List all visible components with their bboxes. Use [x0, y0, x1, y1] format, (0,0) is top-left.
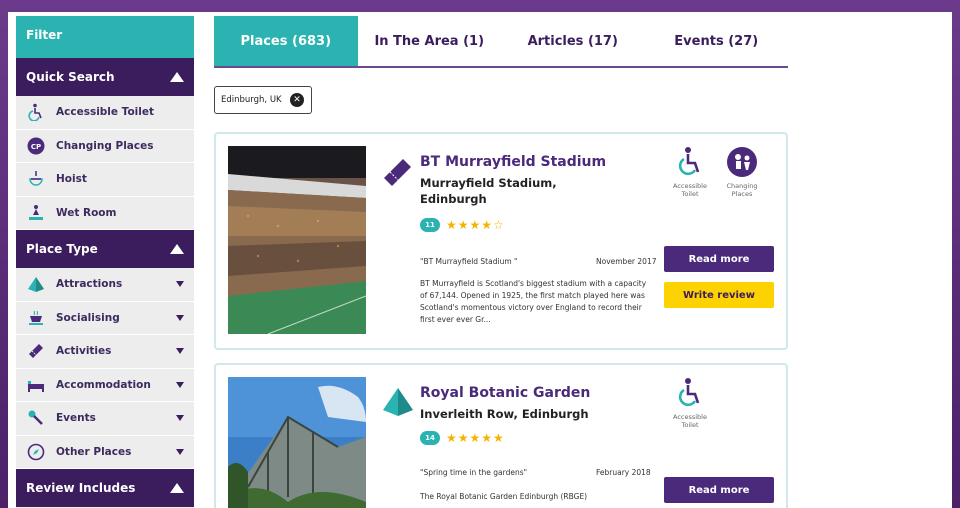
- expand-arrow-icon[interactable]: [176, 281, 184, 288]
- tab-in-the-area[interactable]: In The Area (1): [358, 16, 502, 66]
- background-logo: [470, 0, 710, 12]
- filter-changing-places[interactable]: CP Changing Places: [16, 130, 194, 163]
- place-type-title: Place Type: [26, 242, 98, 256]
- filter-events[interactable]: Events: [16, 402, 194, 436]
- place-title[interactable]: BT Murrayfield Stadium: [420, 154, 606, 170]
- accessible-toilet-icon: [26, 102, 46, 122]
- review-count-badge: 11: [420, 218, 440, 232]
- rating-row: 14 ★★★★★: [420, 431, 505, 445]
- garden-photo[interactable]: [228, 377, 366, 508]
- changing-places-icon: [726, 146, 758, 178]
- amenity-label: Accessible Toilet: [673, 413, 707, 429]
- star-rating: ★★★★☆: [446, 218, 505, 232]
- filter-hoist[interactable]: Hoist: [16, 163, 194, 197]
- amenity-accessible-toilet: Accessible Toilet: [668, 377, 712, 429]
- chip-label: Edinburgh, UK: [221, 95, 282, 105]
- hoist-icon: [26, 169, 46, 189]
- star-rating: ★★★★★: [446, 431, 505, 445]
- review-includes-title: Review Includes: [26, 481, 136, 495]
- filter-label: Hoist: [56, 173, 87, 186]
- review-quote: "BT Murrayfield Stadium ": [420, 257, 518, 266]
- location-filter-chip: Edinburgh, UK ✕: [214, 86, 312, 114]
- filter-label: Activities: [56, 345, 112, 358]
- cup-icon: [26, 308, 46, 328]
- filter-accommodation[interactable]: Accommodation: [16, 369, 194, 402]
- changing-places-icon: CP: [26, 136, 46, 156]
- tab-places[interactable]: Places (683): [214, 16, 358, 66]
- filter-sidebar: Filter Quick Search Accessible Toilet CP…: [16, 16, 194, 508]
- quick-search-header[interactable]: Quick Search: [16, 58, 194, 96]
- filter-label: Wet Room: [56, 206, 117, 219]
- review-quote: "Spring time in the gardens": [420, 468, 528, 477]
- ticket-icon: [381, 154, 415, 188]
- filter-socialising[interactable]: Socialising: [16, 302, 194, 335]
- amenity-changing-places: Changing Places: [720, 146, 764, 198]
- filter-attractions[interactable]: Attractions: [16, 268, 194, 302]
- compass-icon: [26, 442, 46, 462]
- main-page: Filter Quick Search Accessible Toilet CP…: [8, 12, 952, 508]
- amenity-accessible-toilet: Accessible Toilet: [668, 146, 712, 198]
- collapse-arrow-icon: [170, 72, 184, 82]
- read-more-button[interactable]: Read more: [664, 477, 774, 503]
- close-icon[interactable]: ✕: [290, 93, 304, 107]
- filter-label: Socialising: [56, 311, 120, 324]
- amenity-label: Accessible Toilet: [673, 182, 707, 198]
- expand-arrow-icon[interactable]: [176, 314, 184, 321]
- place-address: Inverleith Row, Edinburgh: [420, 407, 589, 421]
- write-review-button[interactable]: Write review: [664, 282, 774, 308]
- wet-room-icon: [26, 203, 46, 223]
- place-title[interactable]: Royal Botanic Garden: [420, 385, 590, 401]
- review-date: November 2017: [596, 257, 657, 266]
- place-type-header[interactable]: Place Type: [16, 230, 194, 268]
- filter-wet-room[interactable]: Wet Room: [16, 197, 194, 230]
- filter-activities[interactable]: Activities: [16, 335, 194, 369]
- review-count-badge: 14: [420, 431, 440, 445]
- collapse-arrow-icon: [170, 483, 184, 493]
- tab-articles[interactable]: Articles (17): [501, 16, 645, 66]
- review-includes-header[interactable]: Review Includes: [16, 469, 194, 507]
- accessible-toilet-icon: [674, 146, 706, 178]
- filter-accessible-toilet[interactable]: Accessible Toilet: [16, 96, 194, 130]
- place-description: BT Murrayfield is Scotland's biggest sta…: [420, 279, 647, 324]
- microphone-icon: [26, 408, 46, 428]
- pyramid-icon: [26, 274, 46, 294]
- tab-events[interactable]: Events (27): [645, 16, 789, 66]
- filter-label: Events: [56, 412, 96, 425]
- review-date: February 2018: [596, 468, 651, 477]
- amenity-label: Changing Places: [726, 182, 758, 198]
- expand-arrow-icon[interactable]: [176, 348, 184, 355]
- result-tabs: Places (683) In The Area (1) Articles (1…: [214, 16, 788, 68]
- filter-label: Accessible Toilet: [56, 106, 155, 119]
- collapse-arrow-icon: [170, 244, 184, 254]
- rating-row: 11 ★★★★☆: [420, 218, 505, 232]
- place-description: The Royal Botanic Garden Edinburgh (RBGE…: [420, 492, 588, 501]
- pyramid-icon: [381, 385, 415, 419]
- filter-label: Accommodation: [56, 378, 151, 391]
- svg-text:CP: CP: [31, 143, 41, 151]
- place-address: Murrayfield Stadium, Edinburgh: [420, 176, 557, 206]
- expand-arrow-icon[interactable]: [176, 415, 184, 422]
- filter-label: Changing Places: [56, 139, 154, 152]
- read-more-button[interactable]: Read more: [664, 246, 774, 272]
- filter-label: Attractions: [56, 278, 123, 291]
- result-card: Royal Botanic Garden Inverleith Row, Edi…: [214, 363, 788, 508]
- filter-heading: Filter: [16, 16, 194, 58]
- stadium-photo[interactable]: [228, 146, 366, 334]
- filter-label: Other Places: [56, 445, 132, 458]
- bed-icon: [26, 375, 46, 395]
- expand-arrow-icon[interactable]: [176, 448, 184, 455]
- result-card: BT Murrayfield Stadium Murrayfield Stadi…: [214, 132, 788, 350]
- filter-other-places[interactable]: Other Places: [16, 436, 194, 469]
- ticket-icon: [26, 341, 46, 361]
- accessible-toilet-icon: [674, 377, 706, 409]
- expand-arrow-icon[interactable]: [176, 381, 184, 388]
- quick-search-title: Quick Search: [26, 70, 115, 84]
